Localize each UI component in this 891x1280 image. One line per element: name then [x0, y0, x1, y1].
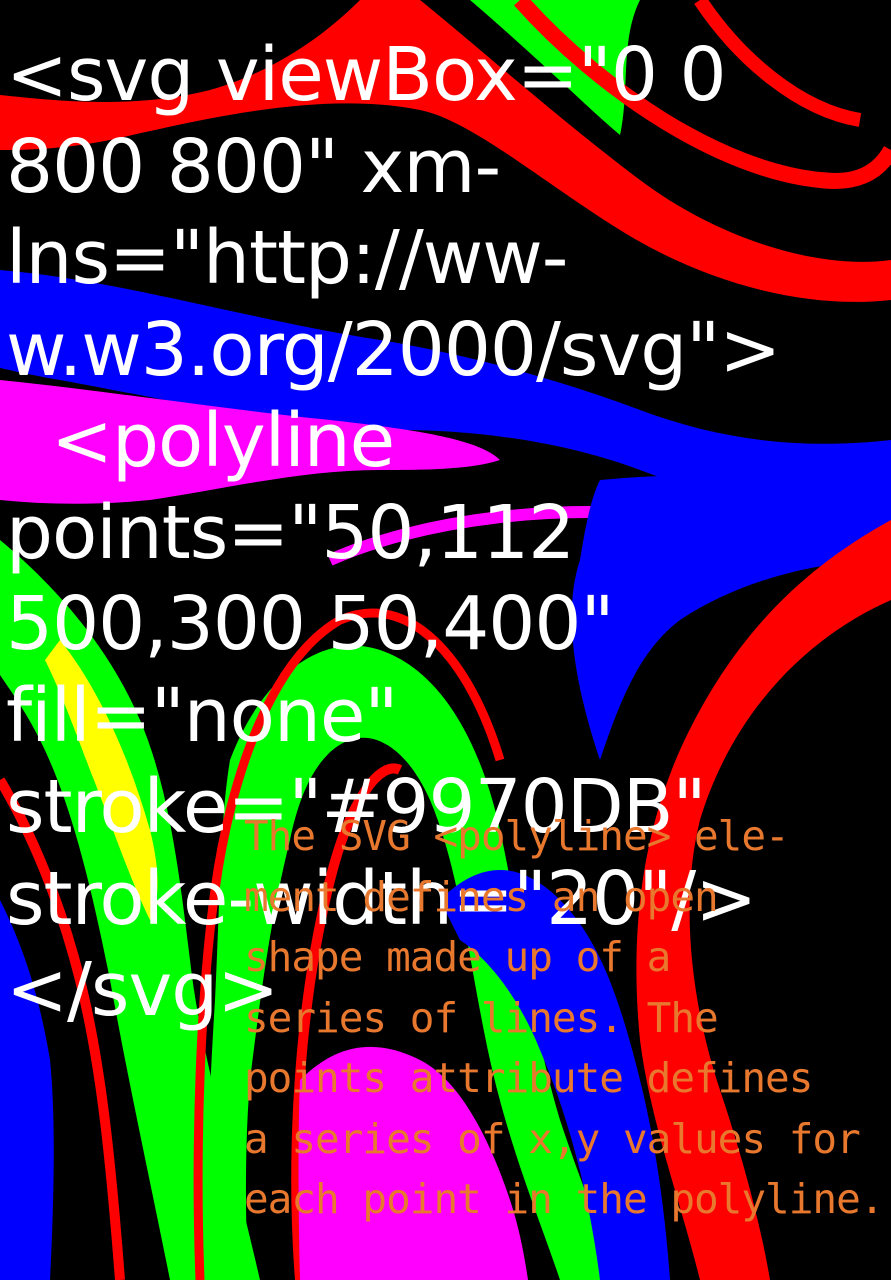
- caption-line: The SVG <polyline> ele-: [244, 812, 790, 860]
- caption-line: points attribute defines: [244, 1054, 813, 1102]
- caption-line: series of lines. The: [244, 993, 719, 1042]
- code-line: 500,300 50,400": [6, 581, 614, 667]
- code-line: </svg>: [6, 947, 279, 1033]
- code-line: lns="http://ww-: [6, 215, 568, 301]
- code-line: <polyline: [6, 398, 395, 484]
- code-line: <svg viewBox="0 0: [6, 32, 727, 118]
- caption-line: ment defines an open: [244, 872, 719, 921]
- caption-line: a series of x,y values for: [244, 1114, 861, 1163]
- caption-line: shape made up of a: [244, 933, 671, 981]
- code-line: w.w3.org/2000/svg">: [6, 306, 781, 393]
- caption-line: each point in the polyline.: [244, 1175, 884, 1223]
- poster-canvas: <svg viewBox="0 0 800 800" xm- lns="http…: [0, 0, 891, 1280]
- caption-text: The SVG <polyline> ele- ment defines an …: [244, 806, 890, 1230]
- code-line: points="50,112: [6, 489, 575, 576]
- code-line: 800 800" xm-: [6, 123, 501, 210]
- code-line: fill="none": [6, 672, 398, 759]
